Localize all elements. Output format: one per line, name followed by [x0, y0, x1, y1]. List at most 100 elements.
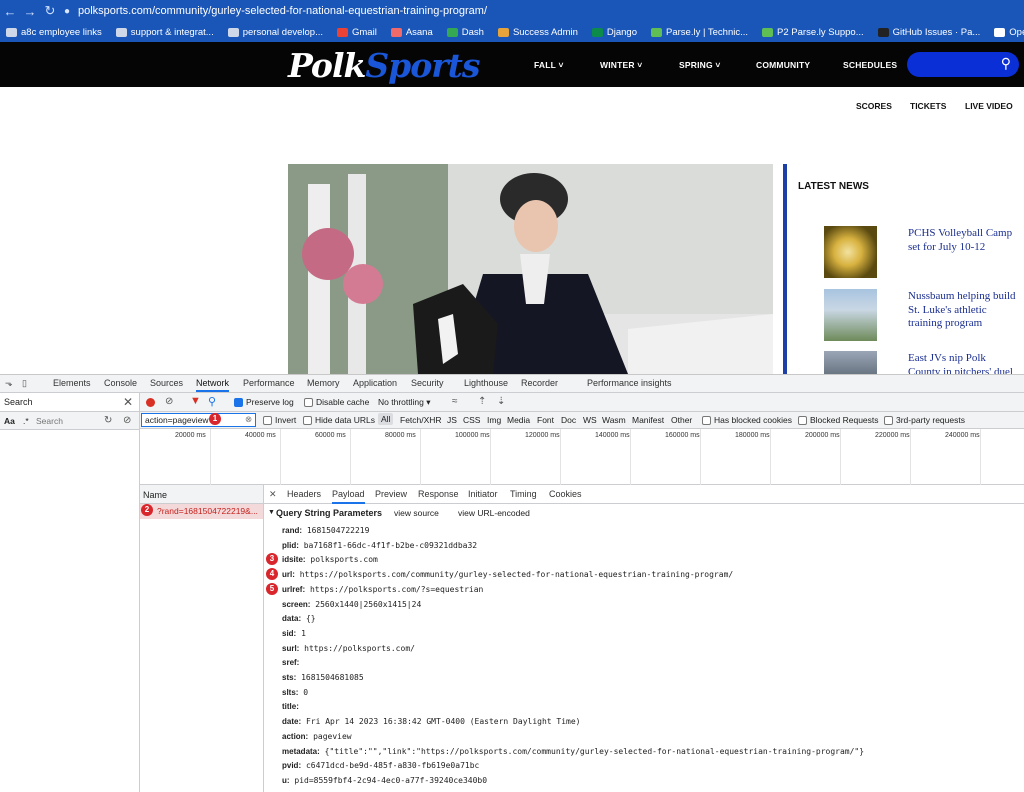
clear-filter-icon[interactable]: ⊗ [245, 414, 252, 425]
timeline-tick-label: 200000 ms [805, 432, 840, 439]
devtools-tab-performance-insights[interactable]: Performance insights [587, 378, 672, 388]
has-blocked-cookies-checkbox[interactable]: Has blocked cookies [702, 415, 792, 426]
invert-checkbox[interactable]: Invert [263, 415, 296, 426]
bookmark-item[interactable]: Django [591, 27, 637, 38]
nav-fall[interactable]: FALL ˅ [534, 60, 564, 70]
import-icon[interactable]: ⇡ [478, 396, 486, 407]
timeline-tick-label: 240000 ms [945, 432, 980, 439]
hide-data-urls-checkbox[interactable]: Hide data URLs [303, 415, 375, 426]
network-timeline[interactable]: 20000 ms 40000 ms 60000 ms 80000 ms 100000 m… [140, 429, 1024, 485]
disable-cache-checkbox[interactable]: Disable cache [304, 397, 369, 408]
record-icon[interactable] [146, 398, 155, 407]
bookmark-item[interactable]: Gmail [337, 27, 377, 38]
bookmark-icon [497, 27, 509, 37]
close-icon[interactable]: ✕ [269, 489, 277, 500]
name-column-header[interactable]: Name [143, 490, 167, 500]
filter-input[interactable]: action=pageview ⊗ [141, 413, 256, 427]
bookmark-item[interactable]: GitHub Issues · Pa... [877, 27, 980, 38]
tab-initiator[interactable]: Initiator [468, 489, 498, 499]
devtools-tab-sources[interactable]: Sources [150, 378, 183, 388]
third-party-checkbox[interactable]: 3rd-party requests [884, 415, 965, 426]
forward-icon[interactable]: → [20, 4, 40, 19]
bookmark-item[interactable]: Dash [446, 27, 484, 38]
clear-icon[interactable]: ⊘ [123, 415, 131, 426]
type-wasm[interactable]: Wasm [602, 415, 626, 425]
devtools-tab-elements[interactable]: Elements [53, 378, 91, 388]
type-js[interactable]: JS [447, 415, 457, 425]
type-all[interactable]: All [378, 413, 394, 425]
news-link-2[interactable]: Nussbaum helping build St. Luke's athlet… [908, 290, 1020, 331]
nav-winter[interactable]: WINTER ˅ [600, 60, 642, 70]
type-ws[interactable]: WS [583, 415, 597, 425]
nav-spring[interactable]: SPRING ˅ [679, 60, 721, 70]
bookmark-item[interactable]: personal develop... [227, 27, 323, 38]
type-media[interactable]: Media [507, 415, 530, 425]
collapse-arrow-icon[interactable]: ▼ [268, 509, 275, 516]
search-icon[interactable]: ⚲ [208, 395, 216, 408]
subnav-scores[interactable]: SCORES [856, 101, 892, 111]
type-img[interactable]: Img [487, 415, 501, 425]
clear-icon[interactable]: ⊘ [165, 396, 173, 407]
filter-icon[interactable]: ▼ [190, 395, 201, 407]
tab-headers[interactable]: Headers [287, 489, 321, 499]
site-search-input[interactable]: ⚲ [907, 52, 1019, 77]
tab-response[interactable]: Response [418, 489, 459, 499]
back-icon[interactable]: ← [0, 4, 20, 19]
bookmark-item[interactable]: Parse.ly | Technic... [651, 27, 748, 38]
match-case-toggle[interactable]: Aa [4, 416, 15, 426]
bookmark-item[interactable]: Success Admin [497, 27, 578, 38]
type-manifest[interactable]: Manifest [632, 415, 664, 425]
devtools-tab-network[interactable]: Network [196, 378, 230, 392]
blocked-requests-checkbox[interactable]: Blocked Requests [798, 415, 879, 426]
url-field[interactable]: ● polksports.com/community/gurley-select… [64, 2, 1024, 20]
devtools-tab-security[interactable]: Security [411, 378, 444, 388]
bookmark-item[interactable]: Asana [390, 27, 433, 38]
regex-toggle[interactable]: .* [23, 416, 29, 426]
tab-timing[interactable]: Timing [510, 489, 537, 499]
nav-schedules[interactable]: SCHEDULES [843, 60, 897, 70]
site-logo[interactable]: PolkSports [288, 46, 480, 85]
inspect-icon[interactable]: ⬎ [5, 378, 13, 389]
bookmark-item[interactable]: P2 Parse.ly Suppo... [762, 27, 864, 38]
devtools-tab-recorder[interactable]: Recorder [521, 378, 558, 388]
devtools-tab-application[interactable]: Application [353, 378, 397, 388]
devtools-tab-lighthouse[interactable]: Lighthouse [464, 378, 508, 388]
bookmark-item[interactable]: a8c employee links [6, 27, 102, 38]
throttling-select[interactable]: No throttling ▾ [378, 397, 430, 408]
nav-community[interactable]: COMMUNITY [756, 60, 810, 70]
news-thumbnail[interactable] [824, 351, 877, 374]
network-conditions-icon[interactable]: ≈ [452, 396, 458, 407]
export-icon[interactable]: ⇣ [497, 396, 505, 407]
search-icon[interactable]: ⚲ [1001, 55, 1011, 72]
view-url-encoded-link[interactable]: view URL-encoded [458, 508, 530, 518]
reload-icon[interactable]: ↻ [40, 3, 60, 19]
type-fetch-xhr[interactable]: Fetch/XHR [400, 415, 442, 425]
devtools-tab-performance[interactable]: Performance [243, 378, 295, 388]
preserve-log-checkbox[interactable]: Preserve log [234, 397, 294, 408]
type-css[interactable]: CSS [463, 415, 480, 425]
query-string-heading[interactable]: Query String Parameters [276, 508, 382, 518]
tab-cookies[interactable]: Cookies [549, 489, 582, 499]
close-icon[interactable]: ✕ [123, 395, 133, 409]
search-input[interactable] [36, 414, 98, 427]
news-link-3[interactable]: East JVs nip Polk County in pitchers' du… [908, 352, 1020, 374]
type-doc[interactable]: Doc [561, 415, 576, 425]
refresh-icon[interactable]: ↻ [104, 415, 112, 426]
news-thumbnail[interactable] [824, 289, 877, 341]
device-toolbar-icon[interactable]: ▯ [22, 378, 27, 389]
devtools-tab-memory[interactable]: Memory [307, 378, 340, 388]
bookmark-item[interactable]: support & integrat... [115, 27, 214, 38]
type-font[interactable]: Font [537, 415, 554, 425]
news-thumbnail[interactable] [824, 226, 877, 278]
type-other[interactable]: Other [671, 415, 692, 425]
view-source-link[interactable]: view source [394, 508, 439, 518]
tab-preview[interactable]: Preview [375, 489, 407, 499]
subnav-live-video[interactable]: LIVE VIDEO [965, 101, 1013, 111]
tab-payload[interactable]: Payload [332, 489, 365, 504]
news-link-1[interactable]: PCHS Volleyball Camp set for July 10-12 [908, 227, 1020, 254]
subnav-tickets[interactable]: TICKETS [910, 101, 946, 111]
devtools-tab-console[interactable]: Console [104, 378, 137, 388]
request-row[interactable]: ?rand=1681504722219&... [140, 504, 263, 519]
bookmark-item[interactable]: Open In Parse.ly [994, 27, 1024, 38]
devtools-panel: ⬎ ▯ Elements Console Sources Network Perform… [0, 374, 1024, 792]
